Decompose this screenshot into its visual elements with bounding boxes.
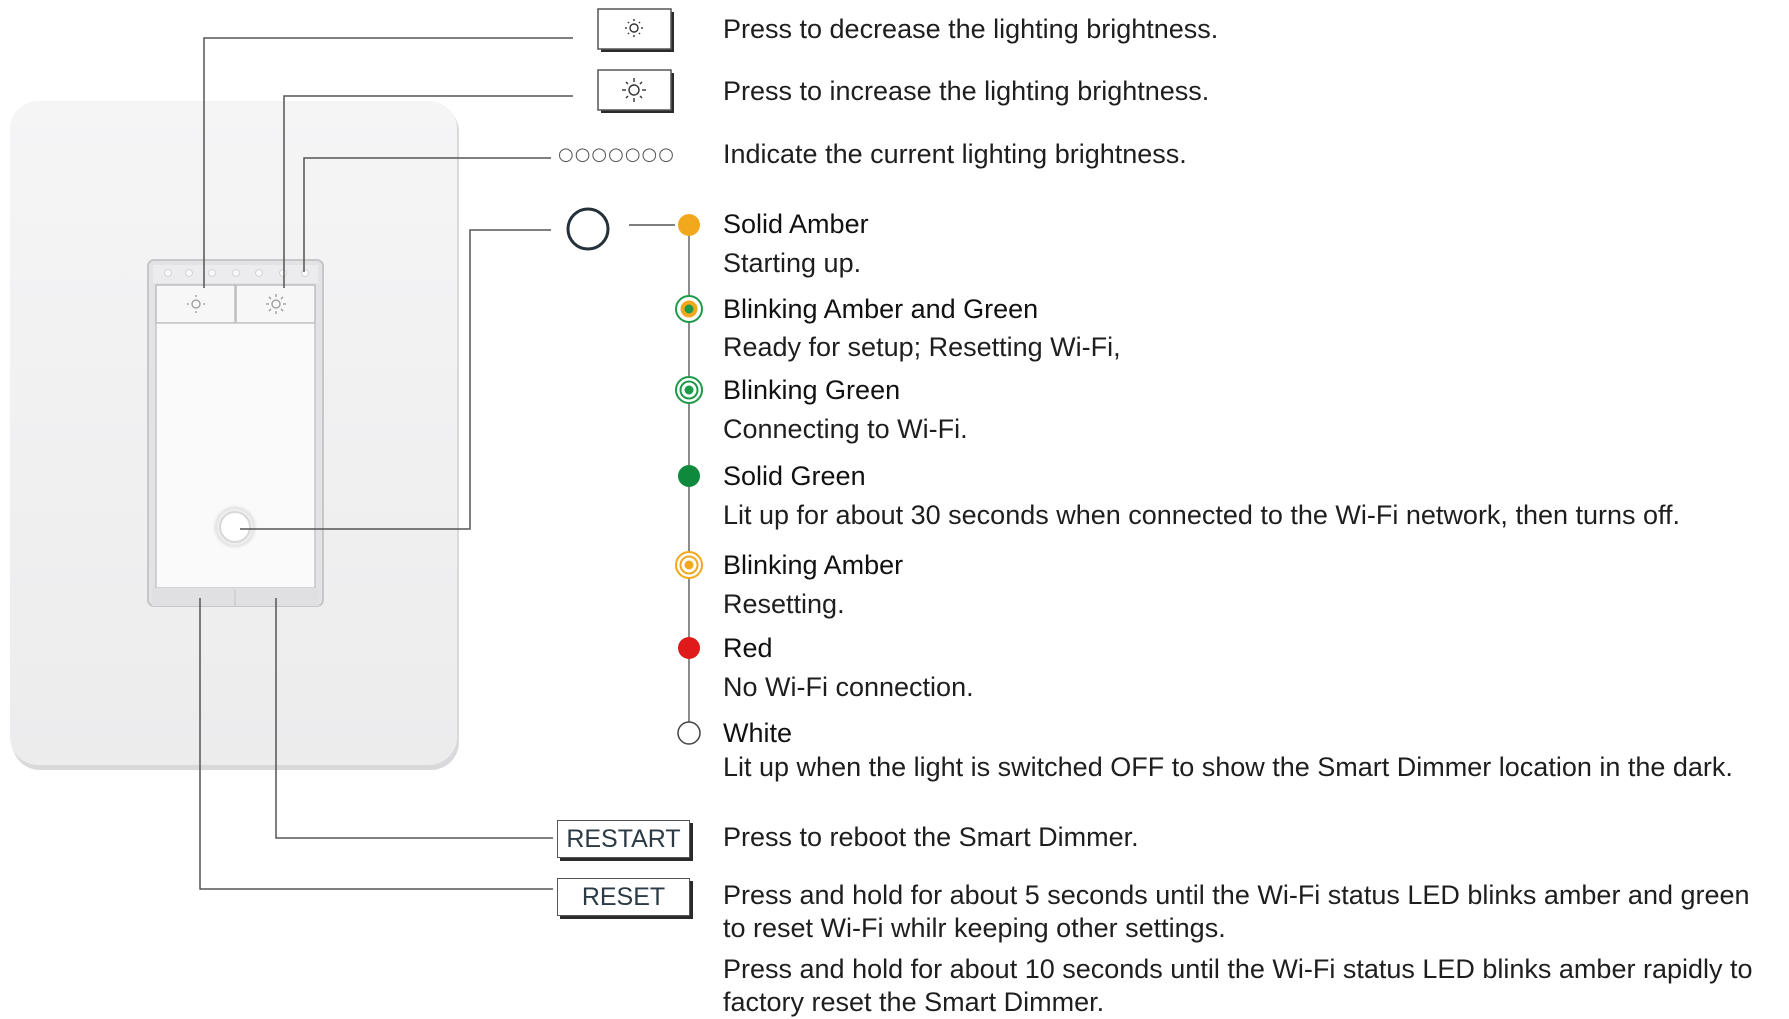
led-state-desc: Lit up for about 30 seconds when connect…	[723, 500, 1681, 530]
led-state-title: White	[723, 718, 793, 748]
led-state-title: Solid Amber	[723, 209, 869, 239]
led-state-desc: Lit up when the light is switched OFF to…	[723, 752, 1733, 782]
restart-button-label: RESTART	[557, 820, 690, 858]
reset-description-line: factory reset the Smart Dimmer.	[723, 987, 1105, 1017]
reset-description-line: Press and hold for about 5 seconds until…	[723, 880, 1750, 910]
switch-dim-button	[155, 284, 236, 324]
brightness-indicator-symbol: ○○○○○○○	[558, 144, 675, 165]
led-marker-solid-amber	[678, 214, 700, 236]
led-marker-blinking-amber-and-green	[675, 295, 703, 323]
status-led-symbol	[566, 207, 610, 251]
led-state-title: Blinking Amber and Green	[723, 294, 1039, 324]
led-state-title: Red	[723, 633, 773, 663]
led-marker-red	[678, 637, 700, 659]
restart-description: Press to reboot the Smart Dimmer.	[723, 822, 1139, 852]
brightness-indicator-description: Indicate the current lighting brightness…	[723, 139, 1187, 169]
dimmer-switch	[147, 259, 324, 607]
led-marker-solid-green	[678, 465, 700, 487]
increase-brightness-description: Press to increase the lighting brightnes…	[723, 76, 1210, 106]
led-state-desc: Starting up.	[723, 248, 862, 278]
decrease-brightness-description: Press to decrease the lighting brightnes…	[723, 14, 1219, 44]
reset-button-label: RESET	[557, 878, 690, 916]
led-marker-blinking-amber	[675, 551, 703, 579]
decrease-brightness-key	[597, 8, 674, 52]
led-state-title: Blinking Green	[723, 375, 901, 405]
switch-bright-button	[235, 284, 316, 324]
led-state-title: Blinking Amber	[723, 550, 904, 580]
reset-description-line: Press and hold for about 10 seconds unti…	[723, 954, 1753, 984]
wifi-status-led	[211, 503, 259, 551]
led-state-title: Solid Green	[723, 461, 866, 491]
led-state-desc: Connecting to Wi-Fi.	[723, 414, 968, 444]
increase-brightness-key	[597, 69, 674, 113]
led-state-desc: No Wi-Fi connection.	[723, 672, 974, 702]
led-marker-white	[677, 721, 701, 745]
led-marker-blinking-green	[675, 376, 703, 404]
led-state-desc: Ready for setup; Resetting Wi-Fi,	[723, 332, 1121, 362]
led-state-desc: Resetting.	[723, 589, 845, 619]
reset-description-line: to reset Wi-Fi whilr keeping other setti…	[723, 913, 1226, 943]
